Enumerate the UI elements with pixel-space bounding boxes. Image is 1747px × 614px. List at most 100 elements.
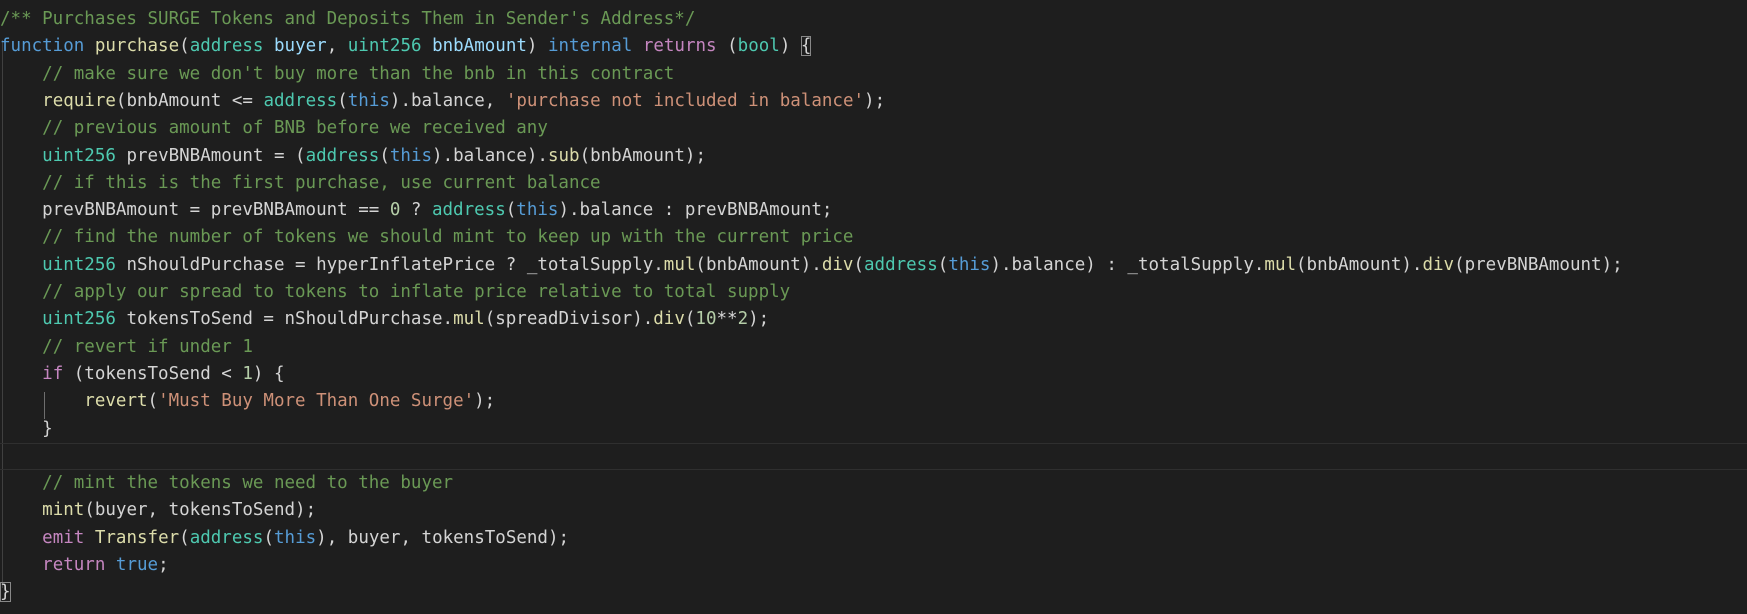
code-line[interactable]: revert('Must Buy More Than One Surge'); <box>0 388 1747 415</box>
code-token-plain: ( <box>505 200 517 221</box>
code-token-number: 2 <box>737 309 749 330</box>
code-line[interactable]: emit Transfer(address(this), buyer, toke… <box>0 525 1747 552</box>
code-line[interactable]: uint256 tokensToSend = nShouldPurchase.m… <box>0 306 1747 333</box>
code-token-type: uint256 <box>42 254 116 275</box>
code-token-func: div <box>821 254 854 275</box>
code-token-keyword: returns <box>642 36 717 57</box>
code-token-brace: { <box>800 36 812 57</box>
code-line[interactable]: /** Purchases SURGE Tokens and Deposits … <box>0 6 1747 33</box>
code-line[interactable]: function purchase(address buyer, uint256… <box>0 33 1747 60</box>
code-line[interactable]: prevBNBAmount = prevBNBAmount == 0 ? add… <box>0 197 1747 224</box>
code-token-plain: (prevBNBAmount); <box>1454 254 1623 275</box>
code-token-func: Transfer <box>94 527 180 548</box>
code-line[interactable]: uint256 prevBNBAmount = (address(this).b… <box>0 143 1747 170</box>
code-token-plain: ) <box>526 36 548 57</box>
code-token-plain: ); <box>748 309 770 330</box>
code-line[interactable]: return true; <box>0 552 1747 579</box>
code-token-func: revert <box>84 391 148 412</box>
code-token-plain: ).balance). <box>432 145 548 166</box>
code-line[interactable]: // mint the tokens we need to the buyer <box>0 470 1747 497</box>
code-line[interactable]: // apply our spread to tokens to inflate… <box>0 279 1747 306</box>
code-token-plain: ( <box>684 309 696 330</box>
code-token-type: address <box>431 200 506 221</box>
code-token-plain: ** <box>716 309 738 330</box>
code-line[interactable]: if (tokensToSend < 1) { <box>0 361 1747 388</box>
code-token-type: uint256 <box>347 36 422 57</box>
code-token-plain: prevBNBAmount = ( <box>115 145 306 166</box>
code-line[interactable]: mint(buyer, tokensToSend); <box>0 497 1747 524</box>
code-line[interactable]: // previous amount of BNB before we rece… <box>0 115 1747 142</box>
code-token-var: bnbAmount <box>432 36 527 57</box>
code-line[interactable]: require(bnbAmount <= address(this).balan… <box>0 88 1747 115</box>
code-line[interactable]: // if this is the first purchase, use cu… <box>0 170 1747 197</box>
code-token-plain: (bnbAmount <= <box>115 90 264 111</box>
code-token-plain: ( <box>179 36 190 57</box>
code-token-plain: ( <box>379 145 390 166</box>
code-token-comment: // revert if under 1 <box>42 336 253 357</box>
code-token-plain: ); <box>474 391 496 412</box>
code-token-storage: this <box>948 254 991 275</box>
code-token-keyword: if <box>42 363 64 384</box>
code-token-brace: } <box>0 582 11 603</box>
code-token-plain: (bnbAmount); <box>579 145 706 166</box>
code-token-func: sub <box>547 145 580 166</box>
code-token-number: 0 <box>389 200 401 221</box>
code-token-storage: this <box>389 145 433 166</box>
code-line[interactable]: // find the number of tokens we should m… <box>0 224 1747 251</box>
code-token-type: address <box>189 36 264 57</box>
code-token-plain: ( <box>147 391 159 412</box>
code-token-var: buyer <box>274 36 327 57</box>
code-token-plain: nShouldPurchase = hyperInflatePrice ? _t… <box>115 254 664 275</box>
code-token-keyword: return <box>42 555 106 575</box>
code-token-plain: (tokensToSend < <box>63 363 243 384</box>
code-line[interactable]: } <box>0 416 1747 443</box>
code-line[interactable]: // revert if under 1 <box>0 334 1747 361</box>
code-line[interactable]: // make sure we don't buy more than the … <box>0 61 1747 88</box>
code-line[interactable]: } <box>0 579 1747 606</box>
code-line[interactable]: uint256 nShouldPurchase = hyperInflatePr… <box>0 252 1747 279</box>
code-token-type: address <box>263 90 338 111</box>
code-token-type: uint256 <box>42 145 116 166</box>
code-token-comment: // if this is the first purchase, use cu… <box>42 172 601 193</box>
code-token-string: 'purchase not included in balance' <box>505 90 865 111</box>
code-token-plain: (buyer, tokensToSend); <box>84 500 317 521</box>
code-line[interactable] <box>0 442 1747 470</box>
code-token-plain: , <box>326 36 348 57</box>
code-token-type: address <box>864 254 938 275</box>
code-token-type: uint256 <box>42 309 116 330</box>
code-token-plain: ( <box>337 90 348 111</box>
code-editor[interactable]: /** Purchases SURGE Tokens and Deposits … <box>0 0 1747 614</box>
code-token-storage: this <box>274 527 317 548</box>
code-token-comment: // mint the tokens we need to the buyer <box>42 473 454 494</box>
code-token-plain: ); <box>864 90 886 111</box>
code-token-func: mul <box>453 309 485 330</box>
code-token-number: 1 <box>242 363 253 384</box>
code-token-keyword: emit <box>42 527 85 548</box>
code-token-comment: // find the number of tokens we should m… <box>42 227 854 248</box>
code-token-plain: ( <box>179 527 190 548</box>
code-token-comment: // make sure we don't buy more than the … <box>42 63 675 84</box>
code-token-func: mul <box>1264 254 1297 275</box>
code-token-plain: ( <box>263 527 275 548</box>
code-token-number: 10 <box>695 309 717 330</box>
code-token-func: mul <box>663 254 696 275</box>
code-token-func: div <box>653 309 685 330</box>
code-token-func: purchase <box>94 36 180 57</box>
